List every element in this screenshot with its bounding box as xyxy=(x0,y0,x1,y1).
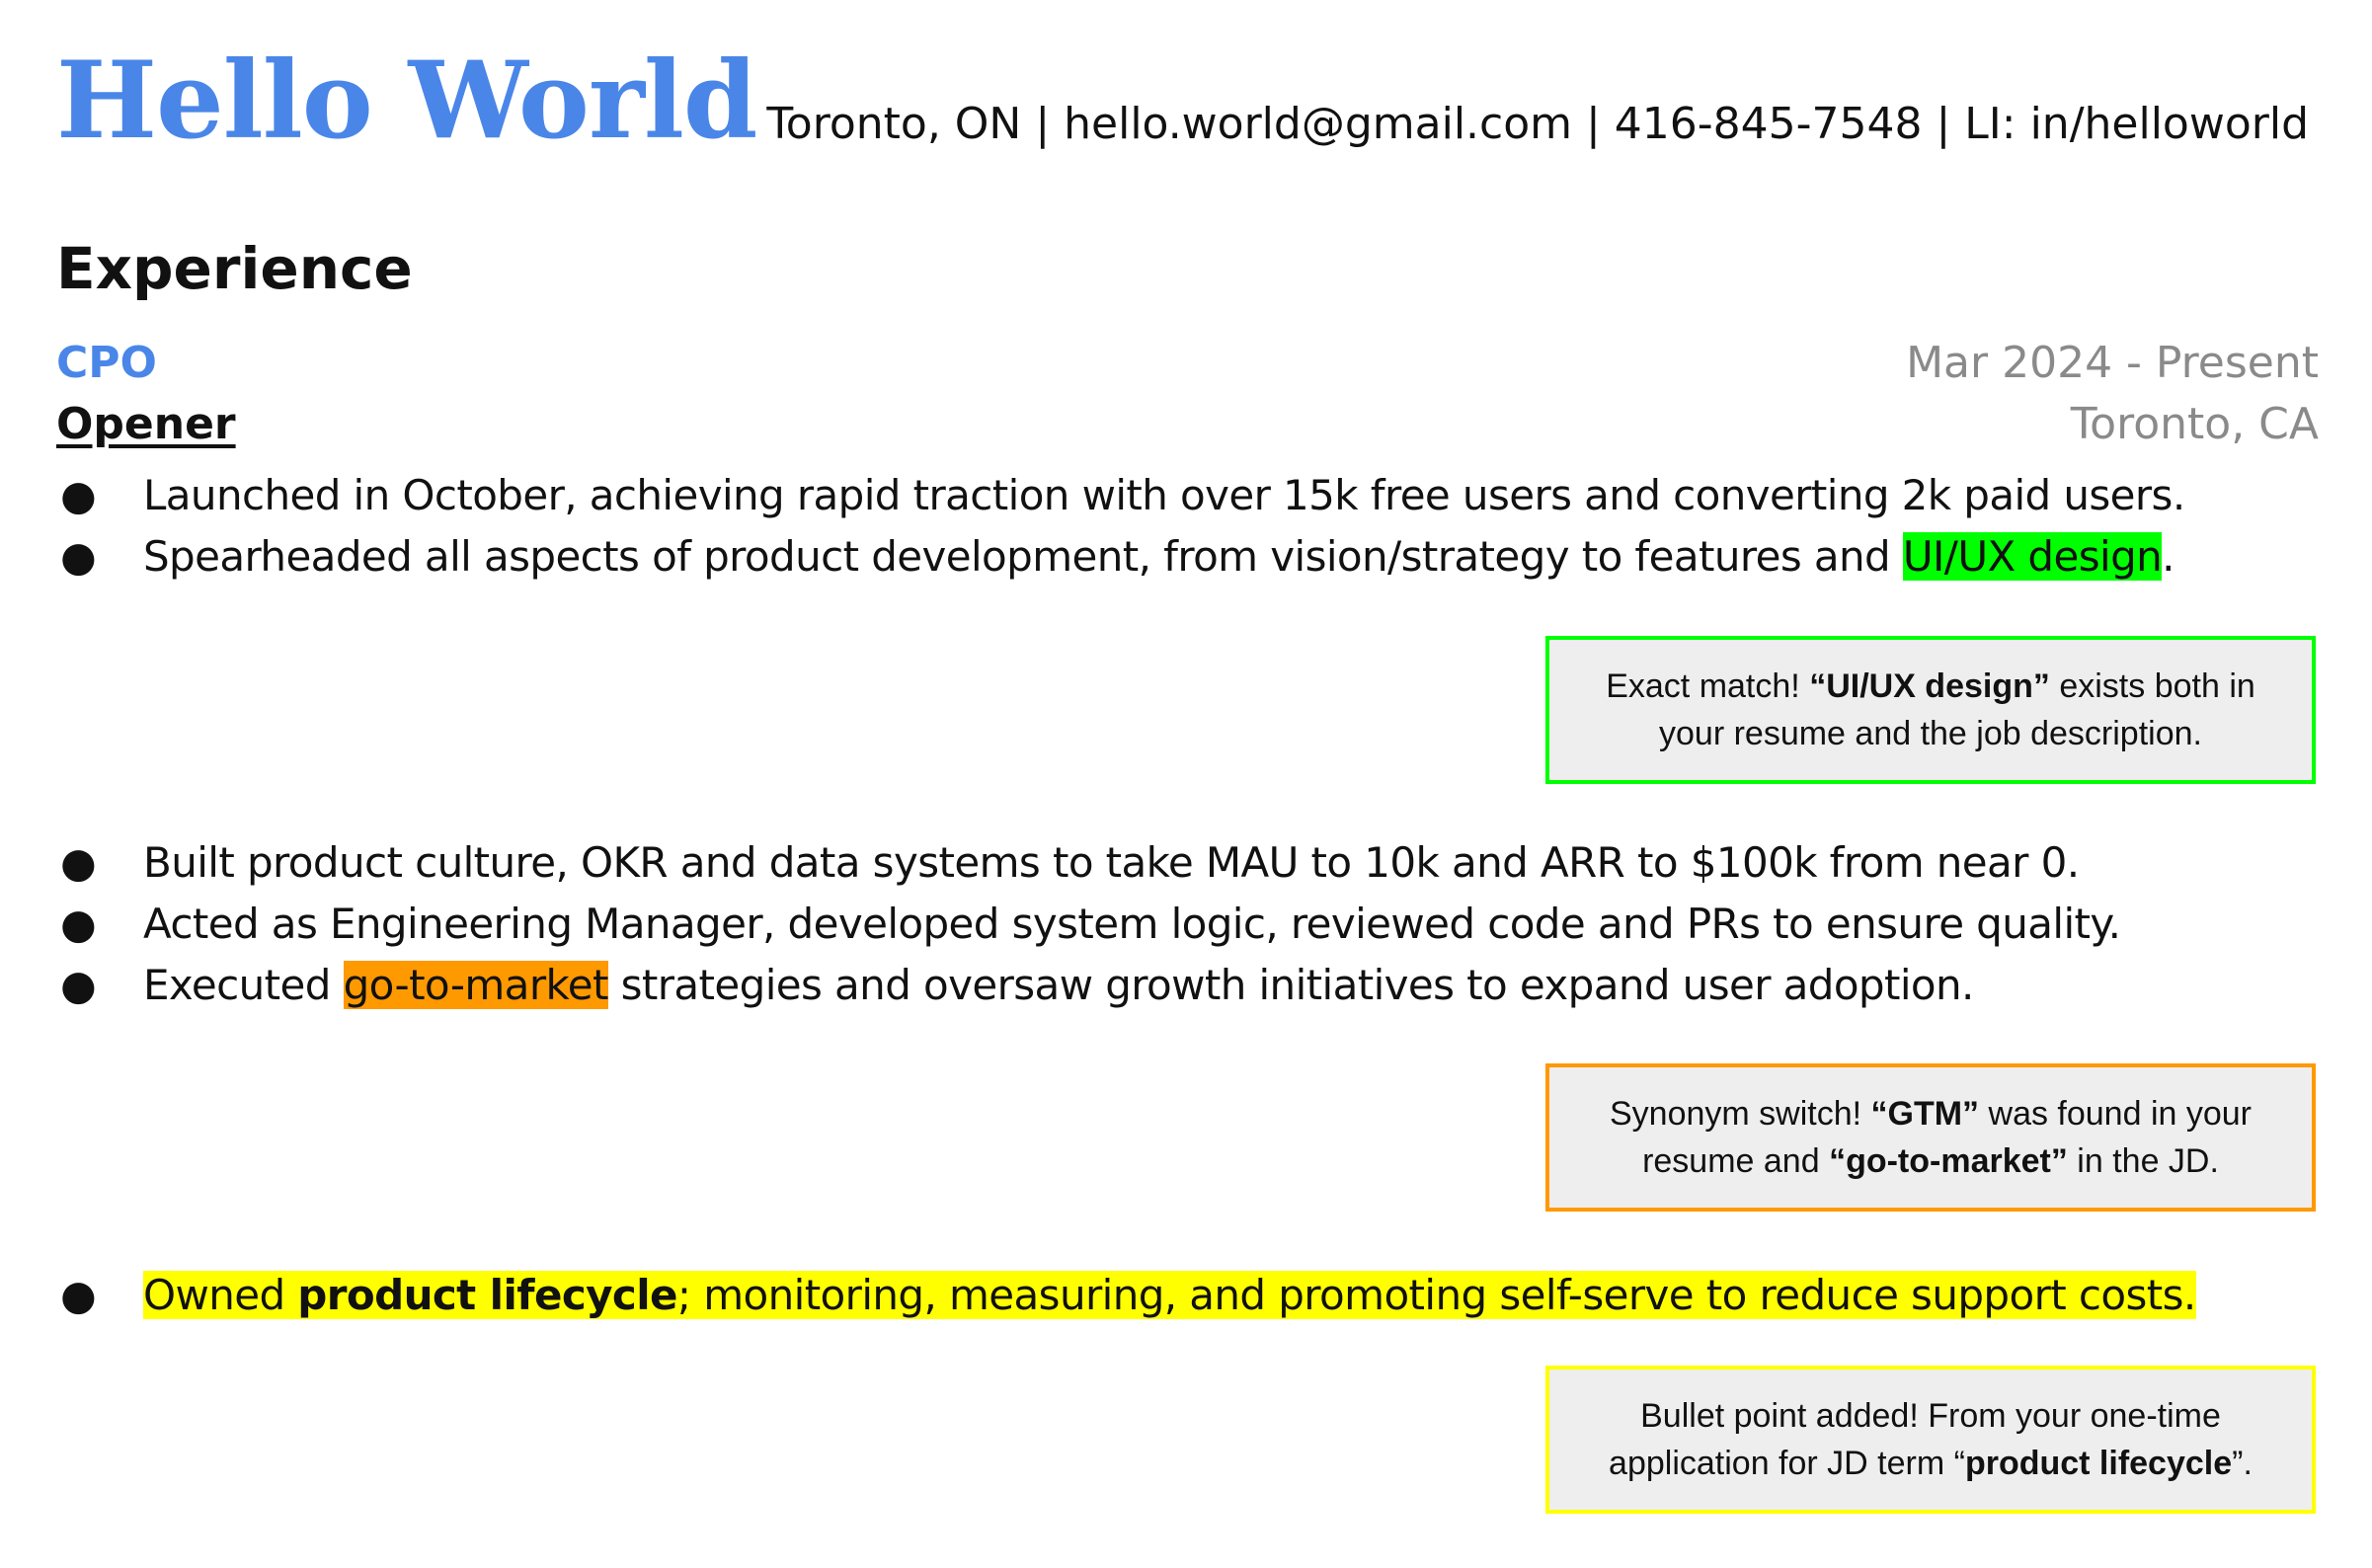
experience-section-title: Experience xyxy=(56,235,413,302)
bullet-list-group-3: ● Owned product lifecycle; monitoring, m… xyxy=(56,1265,2328,1326)
bullet-text-end: ; monitoring, measuring, and promoting s… xyxy=(676,1271,2196,1319)
bullet-list-group-2: ● Built product culture, OKR and data sy… xyxy=(56,832,2328,1016)
bullet-item: ● Spearheaded all aspects of product dev… xyxy=(56,526,2328,588)
note-prefix: Exact match! xyxy=(1606,667,1810,705)
added-bullet-highlight: Owned product lifecycle; monitoring, mea… xyxy=(143,1271,2196,1319)
job-dates: Mar 2024 - Present xyxy=(1906,338,2319,388)
bullet-added-note-text: Bullet point added! From your one-time a… xyxy=(1589,1392,2272,1487)
bullet-dot-icon: ● xyxy=(60,961,97,1009)
contact-info: Toronto, ON | hello.world@gmail.com | 41… xyxy=(766,99,2309,149)
bullet-dot-icon: ● xyxy=(60,1271,97,1319)
bullet-text: Acted as Engineering Manager, developed … xyxy=(143,900,2121,948)
bullet-item: ● Executed go-to-market strategies and o… xyxy=(56,955,2328,1016)
bullet-bold-term: product lifecycle xyxy=(297,1271,677,1319)
keyword-highlight-exact: UI/UX design xyxy=(1902,532,2163,581)
note-term: “UI/UX design” xyxy=(1809,667,2050,705)
bullet-dot-icon: ● xyxy=(60,900,97,948)
bullet-text: Owned xyxy=(143,1271,298,1319)
note-suffix: ”. xyxy=(2232,1445,2253,1482)
bullet-text: Launched in October, achieving rapid tra… xyxy=(143,471,2185,519)
note-term: “go-to-market” xyxy=(1829,1142,2068,1180)
bullet-added-note: Bullet point added! From your one-time a… xyxy=(1545,1366,2316,1514)
note-term: product lifecycle xyxy=(1964,1445,2233,1482)
job-role: CPO xyxy=(56,338,157,388)
bullet-list-group-1: ● Launched in October, achieving rapid t… xyxy=(56,465,2328,588)
bullet-dot-icon: ● xyxy=(60,471,97,519)
bullet-dot-icon: ● xyxy=(60,532,97,581)
candidate-name: Hello World xyxy=(56,39,757,163)
company-name: Opener xyxy=(56,399,236,449)
note-term: “GTM” xyxy=(1870,1095,1980,1133)
bullet-dot-icon: ● xyxy=(60,838,97,887)
synonym-switch-note: Synonym switch! “GTM” was found in your … xyxy=(1545,1063,2316,1212)
bullet-text-end: strategies and oversaw growth initiative… xyxy=(607,961,1975,1009)
exact-match-note-text: Exact match! “UI/UX design” exists both … xyxy=(1589,663,2272,757)
bullet-item: ● Launched in October, achieving rapid t… xyxy=(56,465,2328,526)
job-location: Toronto, CA xyxy=(2070,399,2319,449)
bullet-text: Built product culture, OKR and data syst… xyxy=(143,838,2080,887)
bullet-item: ● Acted as Engineering Manager, develope… xyxy=(56,894,2328,955)
bullet-item: ● Built product culture, OKR and data sy… xyxy=(56,832,2328,894)
bullet-text: Executed xyxy=(143,961,344,1009)
bullet-text: Spearheaded all aspects of product devel… xyxy=(143,532,1903,581)
synonym-switch-note-text: Synonym switch! “GTM” was found in your … xyxy=(1589,1090,2272,1185)
bullet-text-end: . xyxy=(2162,532,2174,581)
note-prefix: Synonym switch! xyxy=(1609,1095,1871,1133)
bullet-item: ● Owned product lifecycle; monitoring, m… xyxy=(56,1265,2328,1326)
keyword-highlight-synonym: go-to-market xyxy=(343,961,608,1009)
note-suffix: in the JD. xyxy=(2067,1142,2219,1180)
exact-match-note: Exact match! “UI/UX design” exists both … xyxy=(1545,636,2316,784)
